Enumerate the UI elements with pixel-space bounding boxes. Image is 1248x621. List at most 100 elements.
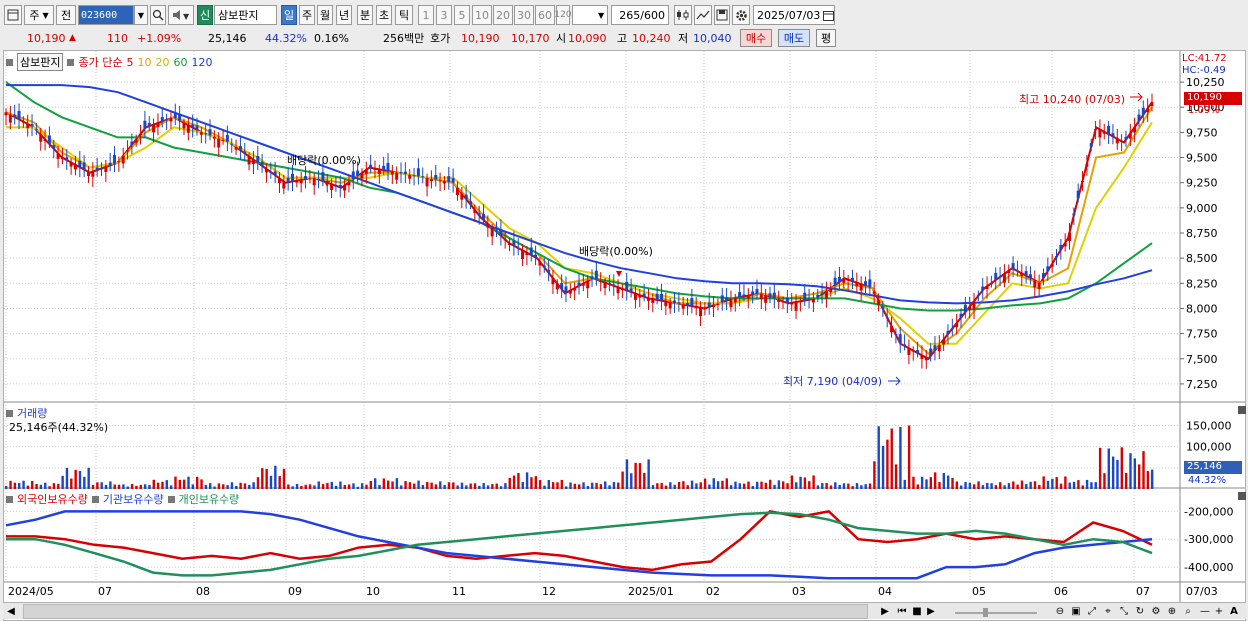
ma-legend-120[interactable]: 120 bbox=[191, 56, 212, 69]
price-panel-name[interactable]: 삼보판지 bbox=[17, 53, 64, 71]
save-icon[interactable] bbox=[714, 5, 730, 25]
buy-button[interactable]: 매수 bbox=[740, 29, 772, 47]
sell-button[interactable]: 매도 bbox=[778, 29, 810, 47]
period-month-button[interactable]: 월 bbox=[317, 5, 333, 25]
ma-legend-10[interactable]: 10 bbox=[137, 56, 151, 69]
candle-icon[interactable] bbox=[674, 5, 692, 25]
ma-legend-5[interactable]: 5 bbox=[126, 56, 133, 69]
candle-body bbox=[829, 288, 833, 293]
legend-institution[interactable]: 기관보유수량 bbox=[103, 491, 164, 507]
candle-body bbox=[850, 277, 854, 282]
minus-icon[interactable]: — bbox=[1199, 604, 1211, 619]
trade-volume-value: 25,146 bbox=[208, 31, 247, 45]
play-icon[interactable]: ▶ bbox=[925, 604, 937, 619]
interval-5-button[interactable]: 5 bbox=[454, 5, 470, 25]
range-count-input[interactable]: 265/600 bbox=[611, 5, 669, 25]
calendar-icon[interactable] bbox=[823, 10, 834, 21]
period-select[interactable]: 주 ▼ bbox=[24, 5, 54, 25]
period-day-button[interactable]: 일 bbox=[281, 5, 297, 25]
balance-button[interactable]: 평 bbox=[816, 29, 836, 47]
tools-icon[interactable]: ⚙ bbox=[1149, 604, 1163, 619]
zoom-out-icon[interactable]: ⊖ bbox=[1053, 604, 1067, 619]
legend-individual[interactable]: 개인보유수량 bbox=[179, 491, 240, 507]
price-change-value: 110 bbox=[107, 31, 128, 45]
prev-button[interactable]: 전 bbox=[56, 5, 76, 25]
code-dropdown-button[interactable]: ▼ bbox=[134, 5, 148, 25]
chart-menu-icon[interactable] bbox=[4, 5, 22, 25]
chart-canvas[interactable]: 2024/05 07 08 09 10 11 12 2025/01 02 03 04 05 06 07 07… bbox=[4, 51, 1245, 603]
candle-body bbox=[60, 157, 64, 160]
period-week-button[interactable]: 주 bbox=[299, 5, 315, 25]
font-size-icon[interactable]: A bbox=[1227, 604, 1241, 619]
candle-body bbox=[204, 133, 208, 135]
interval-30-button[interactable]: 30 bbox=[514, 5, 534, 25]
plus-icon[interactable]: + bbox=[1213, 604, 1225, 619]
candle-body bbox=[212, 136, 216, 139]
interval-custom-input[interactable]: ▼ bbox=[572, 5, 608, 25]
volume-bar bbox=[139, 484, 142, 489]
search-icon[interactable] bbox=[150, 5, 166, 25]
volume-bar bbox=[751, 485, 755, 489]
panel-handle-icon[interactable] bbox=[6, 495, 13, 503]
stock-name-field[interactable]: 삼보판지 bbox=[214, 5, 277, 25]
volume-bar bbox=[52, 483, 56, 489]
candle-body bbox=[950, 328, 954, 330]
speaker-icon[interactable]: ▼ bbox=[168, 5, 194, 25]
magnify-icon[interactable]: ⌕ bbox=[1181, 604, 1195, 619]
period-icon[interactable]: ⤡ bbox=[1117, 604, 1131, 619]
period-day-label: 일 bbox=[283, 9, 295, 22]
fit-icon[interactable]: ⤢ bbox=[1085, 604, 1099, 619]
candle-body bbox=[881, 306, 885, 309]
lc-value: LC:41.72 bbox=[1182, 53, 1227, 64]
interval-20-button[interactable]: 20 bbox=[493, 5, 513, 25]
period-minute-button[interactable]: 분 bbox=[357, 5, 373, 25]
first-page-icon[interactable]: ⏮ bbox=[895, 604, 909, 619]
volume-bar bbox=[920, 476, 924, 489]
price-panel bbox=[4, 81, 1154, 386]
crosshair-icon[interactable]: ⌖ bbox=[1101, 604, 1115, 619]
zoom-slider[interactable] bbox=[951, 604, 1041, 619]
scroll-left-icon[interactable]: ◀ bbox=[5, 604, 17, 619]
panel-close-icon[interactable] bbox=[1238, 492, 1246, 500]
panel-handle-icon[interactable] bbox=[6, 409, 13, 417]
interval-120-button[interactable]: 120 bbox=[554, 5, 572, 25]
stock-code-input[interactable]: 023600 bbox=[78, 5, 134, 25]
price-change-pct-value: +1.09% bbox=[137, 31, 182, 45]
panel-handle-icon[interactable] bbox=[91, 495, 99, 503]
candle-body bbox=[803, 292, 807, 301]
line-tool-icon[interactable] bbox=[694, 5, 712, 25]
legend-foreign[interactable]: 외국인보유수량 bbox=[17, 491, 88, 507]
interval-3-button[interactable]: 3 bbox=[436, 5, 452, 25]
interval-60-button[interactable]: 60 bbox=[535, 5, 555, 25]
low-label: 저 bbox=[678, 29, 688, 47]
zoom-in-icon[interactable]: ⊕ bbox=[1165, 604, 1179, 619]
period-second-button[interactable]: 초 bbox=[376, 5, 392, 25]
image-icon[interactable]: ▣ bbox=[1069, 604, 1083, 619]
panel-close-icon[interactable] bbox=[1238, 406, 1246, 414]
ma-legend-20[interactable]: 20 bbox=[155, 56, 169, 69]
chart-area[interactable]: 2024/05 07 08 09 10 11 12 2025/01 02 03 04 05 06 07 07… bbox=[3, 50, 1246, 621]
gear-icon[interactable] bbox=[732, 5, 750, 25]
scroll-track[interactable] bbox=[23, 604, 868, 619]
ma-legend-60[interactable]: 60 bbox=[173, 56, 187, 69]
candle-body bbox=[91, 171, 95, 177]
interval-1-button[interactable]: 1 bbox=[418, 5, 434, 25]
volume-bar bbox=[408, 482, 412, 489]
history-icon[interactable]: ↻ bbox=[1133, 604, 1147, 619]
interval-10-button[interactable]: 10 bbox=[472, 5, 492, 25]
ma-legend-title[interactable]: 종가 단순 bbox=[78, 54, 122, 70]
date-input[interactable]: 2025/07/03 bbox=[753, 5, 835, 25]
candle-body bbox=[121, 155, 125, 164]
low-price: 10,040 bbox=[693, 29, 732, 47]
panel-handle-icon[interactable] bbox=[167, 495, 175, 503]
candle-body bbox=[460, 193, 464, 200]
chart-scrollbar[interactable]: ◀ ▶ ⏮ ■ ▶ ⊖ ▣ ⤢ ⌖ ⤡ ↻ ⚙ ⊕ ⌕ — + A bbox=[3, 602, 1246, 619]
candle-body bbox=[243, 151, 247, 154]
panel-handle-icon[interactable] bbox=[67, 58, 75, 66]
period-tick-button[interactable]: 틱 bbox=[395, 5, 413, 25]
panel-handle-icon[interactable] bbox=[6, 58, 13, 66]
scroll-right-icon[interactable]: ▶ bbox=[879, 604, 891, 619]
stop-icon[interactable]: ■ bbox=[911, 604, 923, 619]
volume-bar bbox=[217, 483, 221, 489]
period-year-button[interactable]: 년 bbox=[336, 5, 352, 25]
